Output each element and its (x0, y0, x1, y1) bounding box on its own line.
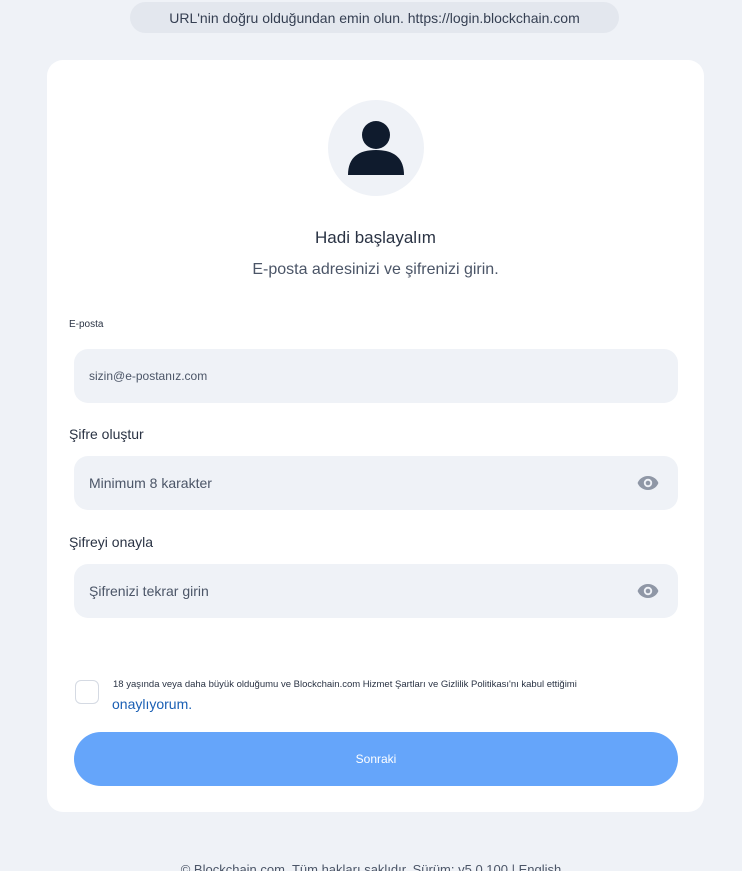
email-field-container (74, 349, 678, 403)
password-visibility-toggle[interactable] (637, 472, 659, 494)
terms-consent-text: 18 yaşında veya daha büyük olduğumu ve B… (113, 679, 577, 690)
language-selector[interactable]: English (519, 862, 562, 871)
avatar (328, 100, 424, 196)
terms-checkbox[interactable] (75, 680, 99, 704)
password-field[interactable] (89, 475, 609, 491)
footer: © Blockchain.com. Tüm hakları saklıdır. … (0, 862, 742, 871)
email-label: E-posta (69, 319, 104, 330)
page-subtitle: E-posta adresinizi ve şifrenizi girin. (252, 261, 499, 278)
password-field-container (74, 456, 678, 510)
page-title: Hadi başlayalım (315, 228, 436, 247)
terms-confirm-link[interactable]: onaylıyorum. (112, 696, 192, 712)
signup-page: URL'nin doğru olduğundan emin olun. http… (0, 0, 742, 871)
url-check-text: URL'nin doğru olduğundan emin olun. http… (169, 9, 580, 26)
confirm-password-visibility-toggle[interactable] (637, 580, 659, 602)
password-label: Şifre oluştur (69, 426, 144, 442)
eye-icon (637, 584, 659, 598)
user-silhouette-icon (348, 121, 404, 175)
confirm-password-field-container (74, 564, 678, 618)
eye-icon (637, 476, 659, 490)
url-check-banner: URL'nin doğru olduğundan emin olun. http… (130, 2, 619, 33)
email-field[interactable] (89, 369, 609, 383)
confirm-password-field[interactable] (89, 583, 609, 599)
footer-copyright: © Blockchain.com. Tüm hakları saklıdır. … (180, 862, 515, 871)
next-button[interactable]: Sonraki (74, 732, 678, 786)
confirm-password-label: Şifreyi onayla (69, 534, 154, 550)
signup-card: Hadi başlayalım E-posta adresinizi ve şi… (47, 60, 704, 812)
